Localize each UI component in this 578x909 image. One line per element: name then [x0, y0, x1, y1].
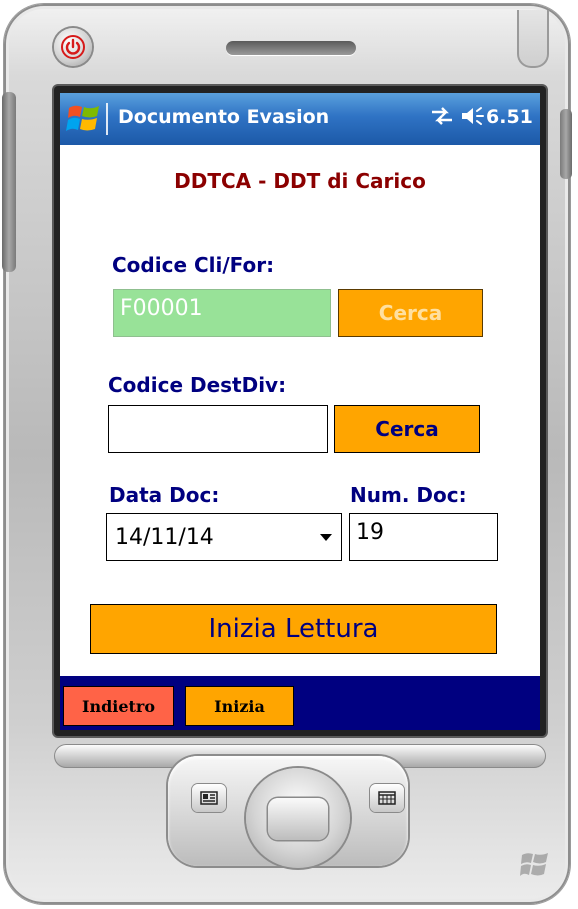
side-button-left[interactable] — [2, 92, 16, 272]
windows-logo-badge-icon — [520, 853, 548, 876]
inizia-softkey[interactable]: Inizia — [185, 686, 294, 726]
device-screen: Documento Evasion 6.51 DDTCA - DDT di Ca… — [60, 93, 540, 730]
indietro-softkey[interactable]: Indietro — [63, 686, 174, 726]
codice-cli-for-label: Codice Cli/For: — [112, 253, 275, 277]
cerca-cli-for-button[interactable]: Cerca — [338, 289, 483, 337]
data-doc-value: 14/11/14 — [115, 524, 214, 550]
clock[interactable]: 6.51 — [486, 106, 533, 128]
title-bar: Documento Evasion 6.51 — [60, 93, 540, 145]
num-doc-label: Num. Doc: — [350, 483, 467, 507]
form-title: DDTCA - DDT di Carico — [174, 169, 426, 193]
window-title: Documento Evasion — [118, 106, 330, 128]
power-icon — [61, 35, 85, 59]
speaker-grille — [226, 41, 356, 55]
codice-destdiv-label: Codice DestDiv: — [108, 373, 287, 397]
cerca-destdiv-button[interactable]: Cerca — [334, 405, 480, 453]
inizia-lettura-button[interactable]: Inizia Lettura — [90, 604, 497, 654]
softkey-bar: Indietro Inizia — [60, 676, 540, 730]
chevron-down-icon[interactable] — [319, 532, 333, 542]
codice-cli-for-field[interactable]: F00001 — [113, 289, 331, 337]
contacts-icon — [200, 791, 218, 805]
side-button-right[interactable] — [560, 109, 572, 179]
data-doc-picker[interactable]: 14/11/14 — [106, 513, 342, 561]
power-button[interactable] — [54, 28, 92, 66]
codice-destdiv-field[interactable] — [108, 405, 328, 453]
volume-icon[interactable] — [460, 105, 486, 127]
action-button[interactable] — [268, 798, 328, 840]
num-doc-field[interactable]: 19 — [349, 513, 498, 561]
calendar-icon — [378, 791, 396, 805]
connectivity-icon[interactable] — [430, 105, 454, 127]
stylus-slot — [517, 10, 549, 68]
windows-logo-icon[interactable] — [66, 102, 102, 136]
contacts-button[interactable] — [192, 784, 226, 812]
data-doc-label: Data Doc: — [109, 483, 220, 507]
status-icons — [430, 105, 486, 127]
title-separator — [106, 103, 108, 135]
calendar-button[interactable] — [370, 784, 404, 812]
